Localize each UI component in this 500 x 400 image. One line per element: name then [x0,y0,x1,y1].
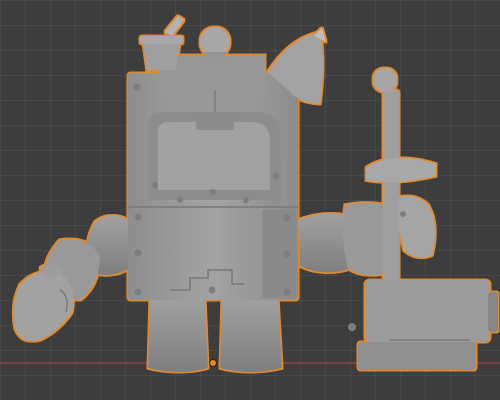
head-knob [200,27,230,60]
right-arm [298,196,436,276]
window-frame [148,112,282,200]
robot-mesh[interactable] [0,0,500,400]
3d-viewport[interactable] [0,0,500,400]
left-arm [13,215,130,342]
lower-body [128,207,298,300]
object-origin-icon[interactable] [208,358,218,368]
